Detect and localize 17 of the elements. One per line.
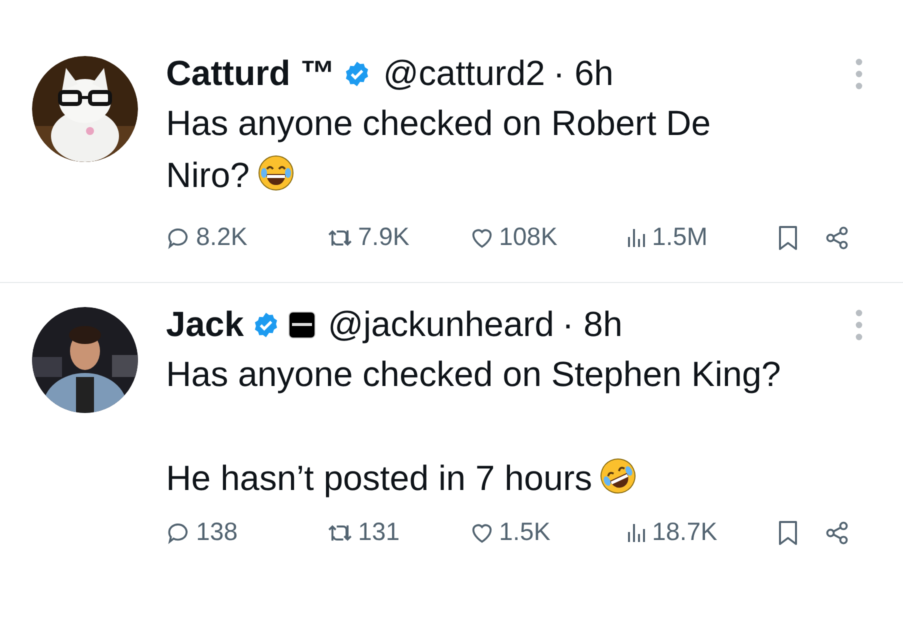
reply-count: 138 — [196, 517, 238, 548]
user-handle[interactable]: @jackunheard — [328, 298, 554, 352]
post-text: Has anyone checked on Stephen King? — [166, 354, 782, 396]
reply-count: 8.2K — [196, 222, 248, 254]
post-text: Has anyone checked on Robert De Niro? — [166, 103, 712, 197]
post-time: · 8h — [562, 304, 622, 346]
like-count: 1.5K — [499, 517, 550, 548]
repost-count: 7.9K — [358, 222, 410, 254]
view-count: 18.7K — [652, 517, 718, 548]
repost-count: 131 — [358, 517, 400, 548]
view-count: 1.5M — [652, 222, 708, 254]
like-count: 108K — [499, 222, 558, 254]
post-text: He hasn’t posted in 7 hours — [166, 453, 788, 505]
display-name[interactable]: Jack — [166, 298, 244, 352]
post-time: · 6h — [553, 52, 614, 95]
display-name[interactable]: Catturd ™ — [166, 48, 336, 100]
user-handle[interactable]: @catturd2 — [383, 48, 546, 100]
